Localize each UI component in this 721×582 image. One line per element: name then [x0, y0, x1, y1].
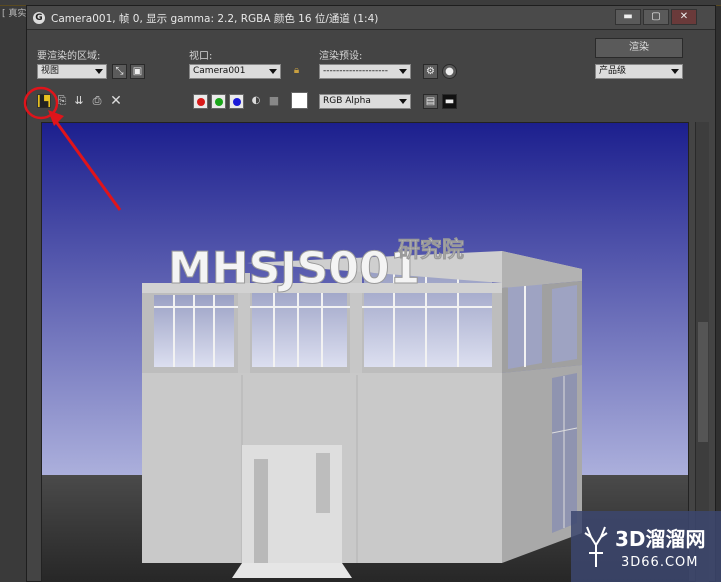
- annotation-arrow-head: [48, 110, 64, 126]
- watermark-text-primary: 3D溜溜网: [615, 527, 706, 551]
- screen: [ 真实 ] G Camera001, 帧 0, 显示 gamma: 2.2, …: [0, 0, 721, 582]
- annotation-overlay: [23, 86, 122, 211]
- annotation-arrow-shaft: [50, 115, 122, 211]
- watermark-text-secondary: 3D66.COM: [621, 555, 699, 570]
- watermark: 3D溜溜网 3D66.COM: [571, 511, 721, 582]
- deer-logo-icon: [584, 526, 608, 567]
